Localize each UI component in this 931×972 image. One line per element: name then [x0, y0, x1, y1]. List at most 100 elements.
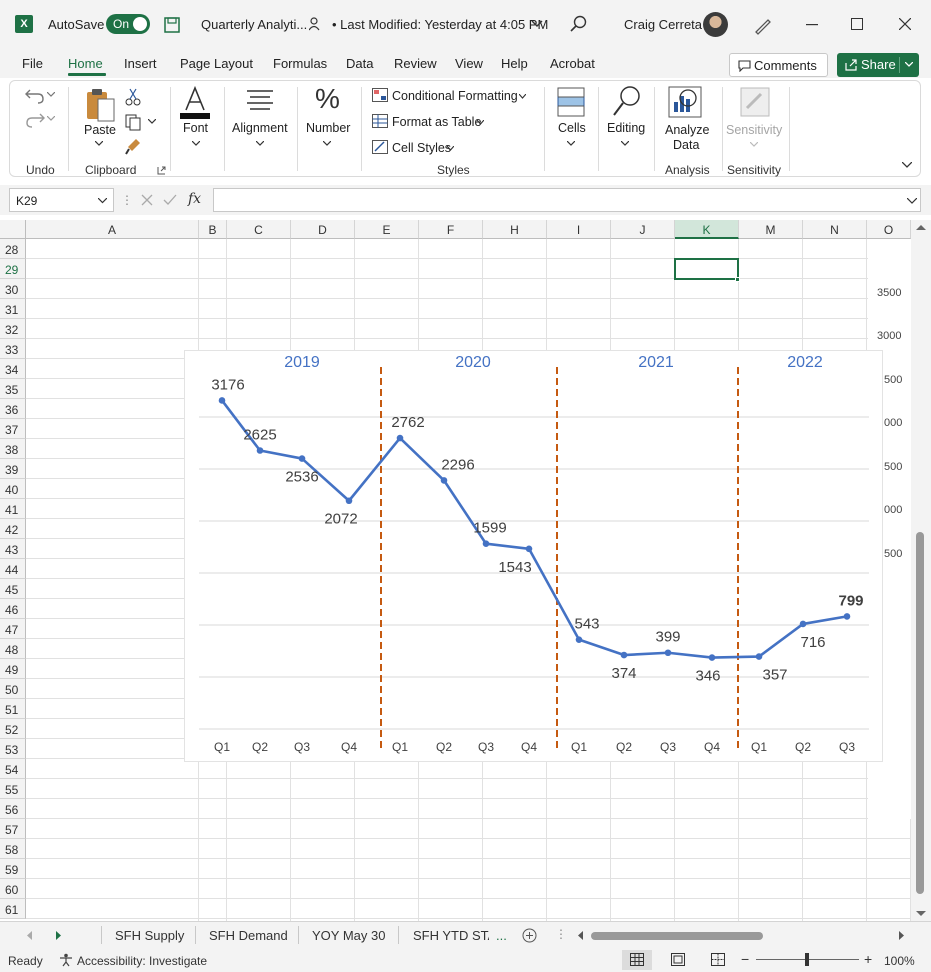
autosave-toggle[interactable]: On [106, 14, 150, 34]
maximize-icon[interactable] [851, 18, 863, 30]
row-header-29[interactable]: 29 [0, 259, 26, 279]
analyze-data-label[interactable]: Analyze [665, 123, 709, 137]
more-tabs[interactable]: ... [496, 928, 507, 943]
row-header-37[interactable]: 37 [0, 419, 26, 439]
comments-button[interactable]: Comments [729, 53, 828, 77]
page-break-view-icon[interactable] [711, 953, 725, 966]
column-header-c[interactable]: C [227, 220, 291, 239]
quarterly-line-chart[interactable]: 2019 2020 2021 2022 3176 2625 2536 2072 2762 2296… [184, 350, 883, 762]
search-icon[interactable] [570, 15, 588, 33]
row-header-32[interactable]: 32 [0, 319, 26, 339]
row-header-60[interactable]: 60 [0, 879, 26, 899]
menu-insert[interactable]: Insert [124, 56, 157, 71]
alignment-icon[interactable] [246, 89, 274, 115]
analyze-data-label-2[interactable]: Data [673, 138, 699, 152]
chevron-down-icon[interactable] [95, 141, 103, 147]
menu-acrobat[interactable]: Acrobat [550, 56, 595, 71]
row-header-30[interactable]: 30 [0, 279, 26, 299]
font-label[interactable]: Font [183, 121, 208, 135]
row-header-55[interactable]: 55 [0, 779, 26, 799]
menu-formulas[interactable]: Formulas [273, 56, 327, 71]
column-header-d[interactable]: D [291, 220, 355, 239]
paste-icon[interactable] [85, 87, 117, 123]
analyze-data-icon[interactable] [668, 86, 702, 118]
row-header-61[interactable]: 61 [0, 899, 26, 919]
column-header-e[interactable]: E [355, 220, 419, 239]
column-header-h[interactable]: H [483, 220, 547, 239]
chevron-down-icon[interactable] [902, 162, 912, 169]
menu-home[interactable]: Home [68, 56, 103, 71]
tab-sfh-ytd-sta[interactable]: SFH YTD STA [413, 928, 489, 943]
avatar[interactable] [703, 12, 728, 37]
format-painter-icon[interactable] [125, 137, 143, 155]
row-header-58[interactable]: 58 [0, 839, 26, 859]
insert-function-icon[interactable]: fx [188, 191, 201, 207]
chevron-down-icon[interactable] [905, 62, 913, 68]
row-header-57[interactable]: 57 [0, 819, 26, 839]
vertical-scroll-thumb[interactable] [916, 532, 924, 894]
font-icon[interactable] [178, 86, 212, 120]
menu-file[interactable]: File [22, 56, 43, 71]
column-header-b[interactable]: B [199, 220, 227, 239]
menu-review[interactable]: Review [394, 56, 437, 71]
paste-label[interactable]: Paste [84, 123, 116, 137]
column-header-j[interactable]: J [611, 220, 675, 239]
row-header-56[interactable]: 56 [0, 799, 26, 819]
enter-check-icon[interactable] [163, 194, 177, 206]
user-name[interactable]: Craig Cerreta [624, 17, 702, 32]
row-header-34[interactable]: 34 [0, 359, 26, 379]
percent-icon[interactable]: % [315, 83, 340, 115]
row-header-33[interactable]: 33 [0, 339, 26, 359]
undo-icon[interactable] [24, 87, 46, 105]
cells-label[interactable]: Cells [558, 121, 586, 135]
formula-input[interactable] [213, 188, 921, 212]
column-header-n[interactable]: N [803, 220, 867, 239]
worksheet-grid[interactable]: ABCDEFHIJKMNO 28 29 30 31 32 33 34 35 36 37 38 39 40… [0, 220, 911, 921]
redo-icon[interactable] [24, 111, 46, 129]
conditional-formatting-icon[interactable] [372, 88, 388, 102]
tab-yoy-may-30[interactable]: YOY May 30 [312, 928, 385, 943]
row-header-31[interactable]: 31 [0, 299, 26, 319]
cell-styles-label[interactable]: Cell Styles [392, 141, 451, 155]
tab-splitter-icon[interactable]: ⋮ [555, 927, 567, 941]
row-header-50[interactable]: 50 [0, 679, 26, 699]
row-header-40[interactable]: 40 [0, 479, 26, 499]
row-header-42[interactable]: 42 [0, 519, 26, 539]
row-header-54[interactable]: 54 [0, 759, 26, 779]
cells-icon[interactable] [556, 86, 586, 118]
vertical-scrollbar[interactable] [911, 220, 931, 921]
accessibility-status[interactable]: Accessibility: Investigate [77, 954, 207, 968]
row-header-44[interactable]: 44 [0, 559, 26, 579]
cancel-icon[interactable] [141, 194, 153, 206]
chevron-down-icon[interactable] [907, 198, 917, 204]
scroll-up-icon[interactable] [916, 224, 926, 231]
active-cell[interactable] [674, 258, 739, 280]
page-layout-view-icon[interactable] [671, 953, 685, 966]
pen-icon[interactable] [753, 15, 773, 35]
chevron-down-icon[interactable] [621, 141, 629, 147]
tab-sfh-demand[interactable]: SFH Demand [209, 928, 288, 943]
column-header-m[interactable]: M [739, 220, 803, 239]
row-header-35[interactable]: 35 [0, 379, 26, 399]
hscroll-left-icon[interactable] [578, 931, 584, 940]
zoom-out-icon[interactable]: − [741, 951, 749, 967]
row-header-36[interactable]: 36 [0, 399, 26, 419]
row-header-46[interactable]: 46 [0, 599, 26, 619]
format-as-table-icon[interactable] [372, 114, 388, 128]
fill-handle[interactable] [735, 277, 740, 282]
row-header-45[interactable]: 45 [0, 579, 26, 599]
name-box[interactable]: K29 [9, 188, 114, 212]
magnifier-icon[interactable] [612, 85, 642, 119]
last-modified[interactable]: • Last Modified: Yesterday at 4:05 PM [332, 17, 548, 32]
row-header-39[interactable]: 39 [0, 459, 26, 479]
zoom-level[interactable]: 100% [884, 954, 915, 968]
alignment-label[interactable]: Alignment [232, 121, 288, 135]
menu-data[interactable]: Data [346, 56, 373, 71]
column-header-i[interactable]: I [547, 220, 611, 239]
chevron-down-icon[interactable] [47, 116, 55, 122]
conditional-formatting-label[interactable]: Conditional Formatting [392, 89, 518, 103]
chevron-down-icon[interactable] [148, 119, 156, 125]
menu-view[interactable]: View [455, 56, 483, 71]
row-header-59[interactable]: 59 [0, 859, 26, 879]
scroll-down-icon[interactable] [916, 910, 926, 917]
